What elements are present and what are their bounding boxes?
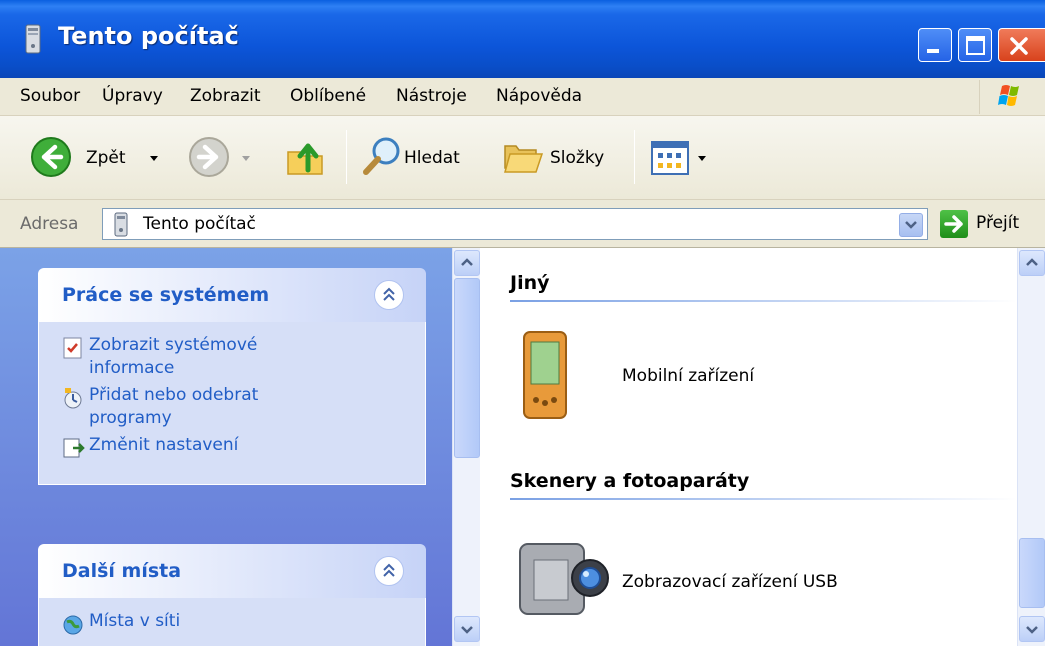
toolbar: Zpět Hledat Složky bbox=[0, 116, 1045, 200]
minimize-icon bbox=[927, 49, 939, 53]
pda-icon bbox=[523, 331, 567, 419]
computer-icon bbox=[114, 212, 128, 237]
system-tasks-body: Zobrazit systémové informace Přidat nebo… bbox=[38, 322, 426, 485]
close-button[interactable] bbox=[998, 28, 1045, 62]
address-bar: Adresa Tento počítač Přejít bbox=[0, 200, 1045, 248]
maximize-button[interactable] bbox=[958, 28, 992, 62]
task-label: Změnit nastavení bbox=[89, 435, 239, 455]
scroll-down-button[interactable] bbox=[1019, 616, 1045, 642]
content-scrollbar[interactable] bbox=[1017, 248, 1045, 646]
search-icon bbox=[363, 137, 400, 175]
chevron-up-icon bbox=[1026, 258, 1038, 266]
other-places-title: Další místa bbox=[62, 560, 182, 582]
menu-nastroje[interactable]: Nástroje bbox=[396, 86, 467, 106]
title-bar[interactable]: Tento počítač bbox=[0, 0, 1045, 78]
views-dropdown-icon[interactable] bbox=[698, 156, 706, 161]
go-button[interactable]: Přejít bbox=[936, 208, 1042, 240]
system-tasks-header[interactable]: Práce se systémem bbox=[38, 268, 426, 322]
task-pane: Práce se systémem Zobrazit systémové inf… bbox=[0, 248, 452, 646]
menu-oblibene[interactable]: Oblíbené bbox=[290, 86, 366, 106]
device-item[interactable]: Mobilní zařízení bbox=[516, 328, 816, 428]
chevron-down-icon bbox=[1026, 626, 1038, 634]
scroll-up-button[interactable] bbox=[1019, 250, 1045, 276]
device-label: Zobrazovací zařízení USB bbox=[622, 572, 838, 592]
content-pane: Jiný Mobilní zařízení Skenery a fotoapar… bbox=[480, 248, 1017, 646]
views-icon bbox=[651, 141, 689, 175]
other-places-body: Místa v síti bbox=[38, 598, 426, 646]
group-header: Skenery a fotoaparáty bbox=[510, 470, 750, 492]
address-input[interactable]: Tento počítač bbox=[102, 208, 928, 240]
task-change-settings[interactable]: Změnit nastavení bbox=[39, 434, 425, 464]
scroll-down-button[interactable] bbox=[454, 616, 480, 642]
back-dropdown-icon[interactable] bbox=[150, 156, 158, 161]
camcorder-icon bbox=[519, 543, 609, 615]
go-arrow-icon bbox=[940, 210, 968, 238]
task-network-places[interactable]: Místa v síti bbox=[39, 610, 425, 640]
task-add-remove-programs[interactable]: Přidat nebo odebrat programy bbox=[39, 384, 425, 430]
scroll-up-button[interactable] bbox=[454, 250, 480, 276]
collapse-button[interactable] bbox=[374, 556, 404, 586]
address-dropdown-button[interactable] bbox=[899, 213, 923, 237]
toolbar-separator bbox=[634, 130, 635, 184]
menu-upravy[interactable]: Úpravy bbox=[102, 86, 163, 106]
device-item[interactable]: Zobrazovací zařízení USB bbox=[516, 534, 876, 624]
forward-arrow-icon bbox=[189, 137, 229, 177]
other-places-panel: Další místa Místa v síti bbox=[38, 544, 426, 646]
task-label: Zobrazit systémové informace bbox=[89, 335, 258, 378]
maximize-icon bbox=[966, 36, 985, 55]
add-remove-programs-icon bbox=[64, 388, 82, 409]
change-settings-icon bbox=[63, 438, 85, 458]
menu-bar: Soubor Úpravy Zobrazit Oblíbené Nástroje… bbox=[0, 78, 1045, 116]
forward-button[interactable] bbox=[186, 116, 266, 200]
back-button[interactable]: Zpět bbox=[28, 116, 178, 200]
go-label: Přejít bbox=[976, 213, 1020, 233]
address-label: Adresa bbox=[20, 214, 79, 234]
collapse-button[interactable] bbox=[374, 280, 404, 310]
task-label: Místa v síti bbox=[89, 611, 181, 631]
menu-napoveda[interactable]: Nápověda bbox=[496, 86, 582, 106]
windows-flag-icon bbox=[998, 85, 1019, 106]
folders-button[interactable]: Složky bbox=[498, 116, 626, 200]
scroll-thumb[interactable] bbox=[454, 278, 480, 458]
scroll-thumb[interactable] bbox=[1019, 538, 1045, 608]
chevron-up-icon bbox=[383, 287, 395, 301]
windows-logo bbox=[979, 80, 1035, 114]
task-pane-scrollbar[interactable] bbox=[452, 248, 480, 646]
menu-zobrazit[interactable]: Zobrazit bbox=[190, 86, 261, 106]
close-icon bbox=[1010, 37, 1028, 55]
search-button[interactable]: Hledat bbox=[356, 116, 486, 200]
forward-dropdown-icon[interactable] bbox=[242, 156, 250, 161]
task-system-info[interactable]: Zobrazit systémové informace bbox=[39, 334, 425, 380]
group-divider bbox=[510, 300, 1017, 302]
folder-up-icon bbox=[287, 143, 323, 175]
chevron-up-icon bbox=[383, 563, 395, 577]
system-tasks-panel: Práce se systémem Zobrazit systémové inf… bbox=[38, 268, 426, 485]
device-label: Mobilní zařízení bbox=[622, 366, 755, 386]
task-label: Přidat nebo odebrat programy bbox=[89, 385, 259, 428]
search-label: Hledat bbox=[404, 148, 460, 168]
folders-label: Složky bbox=[550, 148, 605, 168]
group-header: Jiný bbox=[510, 272, 550, 294]
menu-soubor[interactable]: Soubor bbox=[20, 86, 80, 106]
other-places-header[interactable]: Další místa bbox=[38, 544, 426, 598]
address-value: Tento počítač bbox=[143, 214, 256, 234]
views-button[interactable] bbox=[646, 116, 716, 200]
network-places-icon bbox=[63, 615, 83, 635]
window-title: Tento počítač bbox=[58, 22, 239, 50]
computer-icon bbox=[25, 24, 41, 54]
folders-icon bbox=[504, 145, 544, 173]
minimize-button[interactable] bbox=[918, 28, 952, 62]
chevron-up-icon bbox=[461, 258, 473, 266]
toolbar-separator bbox=[346, 130, 347, 184]
system-info-icon bbox=[63, 337, 82, 359]
back-arrow-icon bbox=[31, 137, 71, 177]
chevron-down-icon bbox=[905, 221, 917, 229]
up-button[interactable] bbox=[280, 116, 332, 200]
group-divider bbox=[510, 498, 1017, 500]
back-label: Zpět bbox=[86, 148, 126, 168]
system-tasks-title: Práce se systémem bbox=[62, 284, 270, 306]
chevron-down-icon bbox=[461, 626, 473, 634]
